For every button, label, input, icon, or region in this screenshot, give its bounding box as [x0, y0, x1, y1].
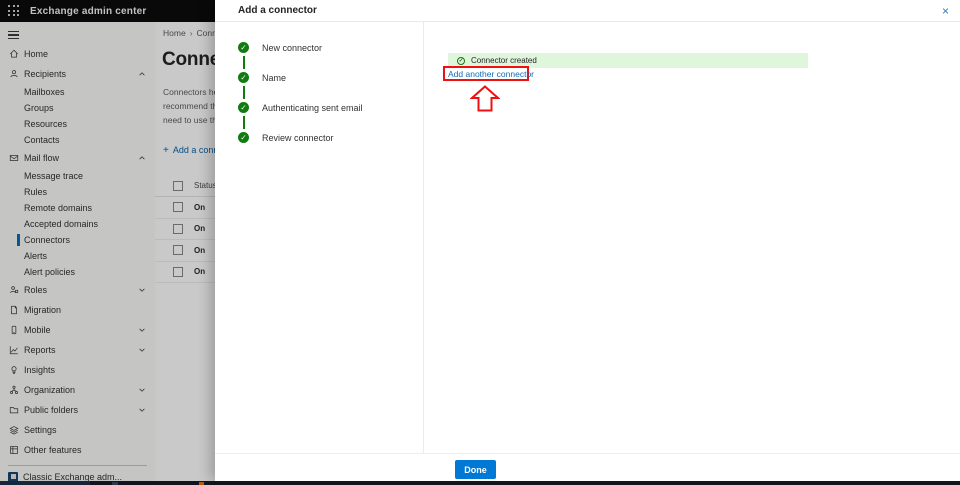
step-label: Name [262, 73, 286, 83]
success-banner-text: Connector created [471, 56, 537, 65]
wizard-steps: ✓ New connector ✓ Name ✓ Authenticating … [215, 22, 424, 453]
wizard-step-name: ✓ Name [238, 72, 286, 83]
step-complete-check-icon: ✓ [238, 72, 249, 83]
wizard-step-review: ✓ Review connector [238, 132, 334, 143]
step-connector-line [243, 116, 245, 129]
wizard-step-new-connector: ✓ New connector [238, 42, 322, 53]
annotation-red-box: Add another connector [443, 66, 529, 81]
step-label: Review connector [262, 133, 334, 143]
panel-header: Add a connector × [215, 0, 960, 22]
step-complete-check-icon: ✓ [238, 42, 249, 53]
success-check-icon: ✓ [457, 57, 465, 65]
step-connector-line [243, 86, 245, 99]
taskbar-edge [0, 481, 960, 485]
panel-title: Add a connector [238, 0, 317, 22]
add-another-connector-link[interactable]: Add another connector [448, 69, 534, 79]
step-complete-check-icon: ✓ [238, 102, 249, 113]
done-button[interactable]: Done [455, 460, 496, 479]
wizard-step-authenticating: ✓ Authenticating sent email [238, 102, 363, 113]
step-label: Authenticating sent email [262, 103, 363, 113]
add-connector-panel: Add a connector × ✓ New connector ✓ Name… [215, 0, 960, 481]
step-connector-line [243, 56, 245, 69]
close-icon[interactable]: × [942, 0, 949, 22]
panel-footer: Done [215, 453, 960, 481]
step-complete-check-icon: ✓ [238, 132, 249, 143]
annotation-arrow-up-icon [470, 85, 500, 117]
step-label: New connector [262, 43, 322, 53]
taskbar-segment [0, 481, 90, 485]
